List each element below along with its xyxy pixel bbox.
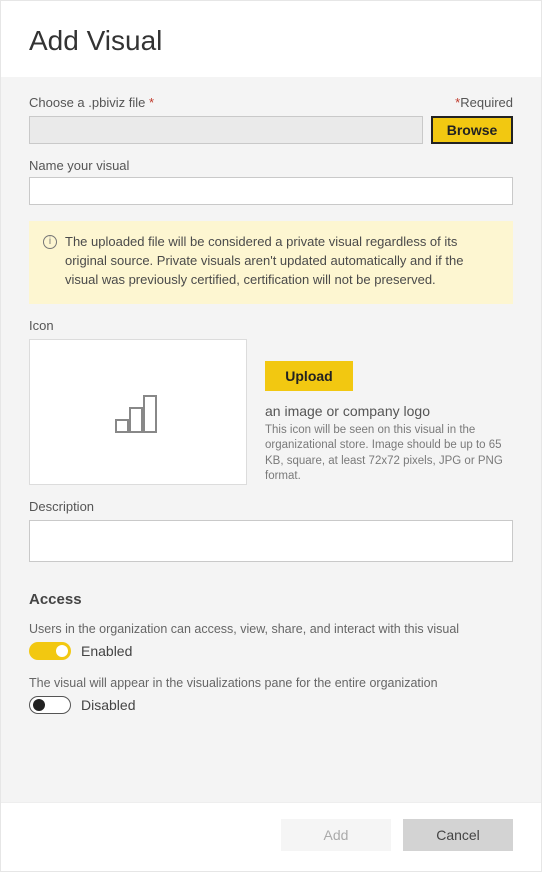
access-enabled-toggle[interactable] xyxy=(29,642,71,660)
required-asterisk-icon: * xyxy=(149,95,154,110)
page-title: Add Visual xyxy=(29,25,513,57)
required-legend: *Required xyxy=(455,95,513,110)
access-item2-state: Disabled xyxy=(81,697,135,713)
dialog-footer: Add Cancel xyxy=(1,802,541,871)
description-label: Description xyxy=(29,499,513,514)
icon-preview xyxy=(29,339,247,485)
access-heading: Access xyxy=(29,591,513,608)
access-item1-state: Enabled xyxy=(81,643,132,659)
icon-hint: This icon will be seen on this visual in… xyxy=(265,423,513,485)
info-icon: i xyxy=(43,235,57,249)
cancel-button[interactable]: Cancel xyxy=(403,819,513,851)
info-text: The uploaded file will be considered a p… xyxy=(65,233,499,290)
add-button[interactable]: Add xyxy=(281,819,391,851)
pbiviz-file-input[interactable] xyxy=(29,116,423,144)
visualizations-pane-toggle[interactable] xyxy=(29,696,71,714)
dialog-body: Choose a .pbiviz file * *Required Browse… xyxy=(1,77,541,802)
info-banner: i The uploaded file will be considered a… xyxy=(29,221,513,304)
browse-button[interactable]: Browse xyxy=(431,116,513,144)
access-item1-desc: Users in the organization can access, vi… xyxy=(29,622,513,636)
icon-caption: an image or company logo xyxy=(265,403,513,419)
upload-button[interactable]: Upload xyxy=(265,361,353,391)
access-item2-desc: The visual will appear in the visualizat… xyxy=(29,676,513,690)
bar-chart-icon xyxy=(110,390,166,434)
visual-name-input[interactable] xyxy=(29,177,513,205)
name-visual-label: Name your visual xyxy=(29,158,513,173)
choose-file-label: Choose a .pbiviz file * xyxy=(29,95,154,110)
dialog-header: Add Visual xyxy=(1,1,541,77)
description-input[interactable] xyxy=(29,520,513,562)
icon-label: Icon xyxy=(29,318,513,333)
